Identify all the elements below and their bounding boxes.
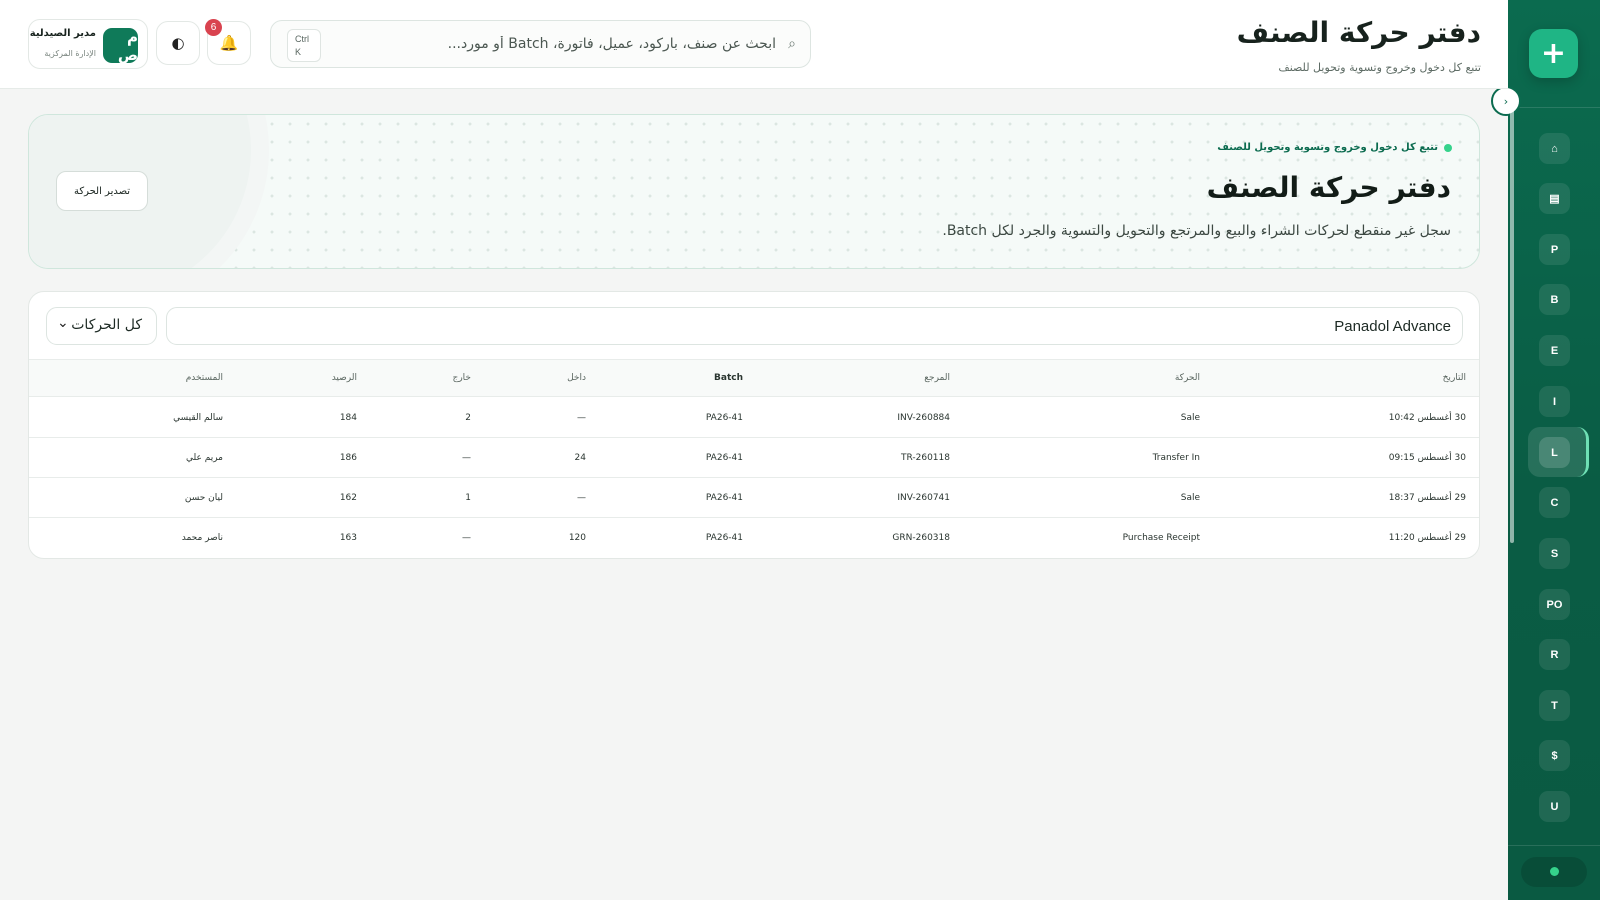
search-icon: ⌕ [788, 36, 796, 52]
shortcut-k: K [295, 47, 302, 57]
column-header-in: داخل [567, 373, 586, 383]
search-input[interactable] [346, 30, 776, 58]
user-name: مدير الصيدلية [29, 28, 96, 39]
cell-balance: 162 [339, 492, 357, 503]
cell-out: 1 [465, 492, 471, 503]
movement-type-select[interactable]: كل الحركات ⌄ [46, 307, 157, 345]
column-header-batch: Batch [714, 373, 743, 383]
cell-in: 24 [574, 452, 586, 463]
cell-out: — [462, 452, 471, 463]
contrast-icon: ◐ [171, 34, 185, 52]
cell-movement: Sale [1180, 412, 1200, 423]
cell-balance: 163 [339, 533, 357, 543]
user-role: الإدارة المركزية [44, 49, 96, 58]
cell-user: سالم القيسي [173, 412, 223, 423]
hero-title: دفتر حركة الصنف [1206, 171, 1451, 204]
hero-description: سجل غير منقطع لحركات الشراء والبيع والمر… [942, 223, 1451, 239]
cell-date: 30 أغسطس 10:42 [1388, 412, 1466, 423]
cell-batch: PA26-41 [705, 452, 743, 463]
page-subtitle: تتبع كل دخول وخروج وتسوية وتحويل للصنف [1278, 61, 1481, 74]
column-header-balance: الرصيد [331, 373, 357, 383]
item-filter-input[interactable] [166, 307, 1463, 345]
column-header-reference: المرجع [924, 373, 950, 383]
cell-balance: 184 [339, 412, 357, 423]
cell-reference: INV-260884 [897, 412, 950, 423]
bell-icon: 🔔 [219, 34, 239, 52]
pharmacy-logo-icon[interactable]: + [1529, 29, 1578, 78]
sidebar-item-r[interactable]: R [1539, 639, 1570, 670]
cell-user: مريم علي [186, 452, 223, 463]
connection-status [1521, 857, 1587, 887]
cell-user: ناصر محمد [181, 533, 223, 543]
cell-out: — [462, 533, 471, 543]
cell-batch: PA26-41 [705, 412, 743, 423]
hero-tagline-text: تتبع كل دخول وخروج وتسوية وتحويل للصنف [1217, 142, 1438, 153]
table-row[interactable]: 30 أغسطس 10:42 Sale INV-260884 PA26-41 —… [29, 398, 1479, 438]
cell-reference: TR-260118 [901, 452, 950, 463]
online-status-dot-icon [1550, 867, 1559, 876]
table-row[interactable]: 30 أغسطس 09:15 Transfer In TR-260118 PA2… [29, 438, 1479, 478]
cell-reference: GRN-260318 [892, 533, 950, 543]
cell-date: 30 أغسطس 09:15 [1388, 452, 1466, 463]
cell-date: 29 أغسطس 18:37 [1388, 492, 1466, 503]
page-title: دفتر حركة الصنف [1236, 16, 1481, 49]
sidebar-item-home[interactable]: ⌂ [1539, 133, 1570, 164]
chevron-down-icon: ⌄ [57, 315, 69, 331]
sidebar-item-e[interactable]: E [1539, 335, 1570, 366]
export-movements-button[interactable]: تصدير الحركة [56, 171, 148, 211]
sidebar-divider [1508, 107, 1600, 108]
sidebar-item-u[interactable]: U [1539, 791, 1570, 822]
sidebar-item-i[interactable]: I [1539, 386, 1570, 417]
cell-movement: Transfer In [1152, 452, 1200, 463]
sidebar-collapse-chevron-icon[interactable]: › [1491, 86, 1521, 116]
sidebar-item-c[interactable]: C [1539, 487, 1570, 518]
status-dot-icon [1444, 143, 1452, 152]
sidebar-item-finance[interactable]: $ [1539, 740, 1570, 771]
cell-reference: INV-260741 [897, 492, 950, 503]
cell-out: 2 [465, 412, 471, 423]
shortcut-ctrl: Ctrl [295, 34, 309, 44]
cell-movement: Sale [1180, 492, 1200, 503]
sidebar-item-po[interactable]: PO [1539, 589, 1570, 620]
column-header-user: المستخدم [185, 373, 223, 383]
cell-user: ليان حسن [184, 492, 223, 503]
cell-in: — [577, 492, 586, 503]
global-search: ⌕ Ctrl K [270, 20, 811, 68]
column-header-movement: الحركة [1174, 373, 1200, 383]
sidebar-item-dashboard[interactable]: ▤ [1539, 183, 1570, 214]
sidebar-item-p[interactable]: P [1539, 234, 1570, 265]
hero-tagline: تتبع كل دخول وخروج وتسوية وتحويل للصنف [1217, 142, 1452, 153]
sidebar-scrollbar[interactable] [1510, 105, 1514, 543]
table-row[interactable]: 29 أغسطس 18:37 Sale INV-260741 PA26-41 —… [29, 478, 1479, 518]
cell-batch: PA26-41 [705, 533, 743, 543]
user-menu[interactable]: م ص مدير الصيدلية الإدارة المركزية [28, 19, 148, 69]
notifications-badge: 6 [205, 19, 222, 36]
notifications-button[interactable]: 🔔 6 [205, 19, 251, 65]
search-shortcut-hint: Ctrl K [287, 29, 321, 62]
avatar: م ص [103, 28, 138, 64]
theme-toggle-button[interactable]: ◐ [156, 21, 200, 65]
sidebar-divider [1508, 845, 1600, 846]
hero-banner: تتبع كل دخول وخروج وتسوية وتحويل للصنف د… [28, 114, 1480, 269]
sidebar-item-t[interactable]: T [1539, 690, 1570, 721]
cell-date: 29 أغسطس 11:20 [1388, 533, 1466, 543]
top-header: دفتر حركة الصنف تتبع كل دخول وخروج وتسوي… [0, 0, 1508, 89]
cell-in: 120 [568, 533, 586, 543]
sidebar: + › ⌂ ▤ P B E I L C S PO R T $ U [1491, 0, 1600, 900]
movement-type-selected: كل الحركات [71, 317, 142, 333]
cell-movement: Purchase Receipt [1122, 533, 1200, 543]
sidebar-item-l[interactable]: L [1539, 437, 1570, 468]
column-header-date: التاريخ [1442, 373, 1466, 383]
table-row[interactable]: 29 أغسطس 11:20 Purchase Receipt GRN-2603… [29, 518, 1479, 558]
column-header-out: خارج [452, 373, 471, 383]
cell-batch: PA26-41 [705, 492, 743, 503]
sidebar-item-b[interactable]: B [1539, 284, 1570, 315]
table-header: التاريخ الحركة المرجع Batch داخل خارج ال… [29, 359, 1479, 397]
cell-in: — [577, 412, 586, 423]
sidebar-item-s[interactable]: S [1539, 538, 1570, 569]
cell-balance: 186 [339, 452, 357, 463]
ledger-card: كل الحركات ⌄ التاريخ الحركة المرجع Batch… [28, 291, 1480, 559]
